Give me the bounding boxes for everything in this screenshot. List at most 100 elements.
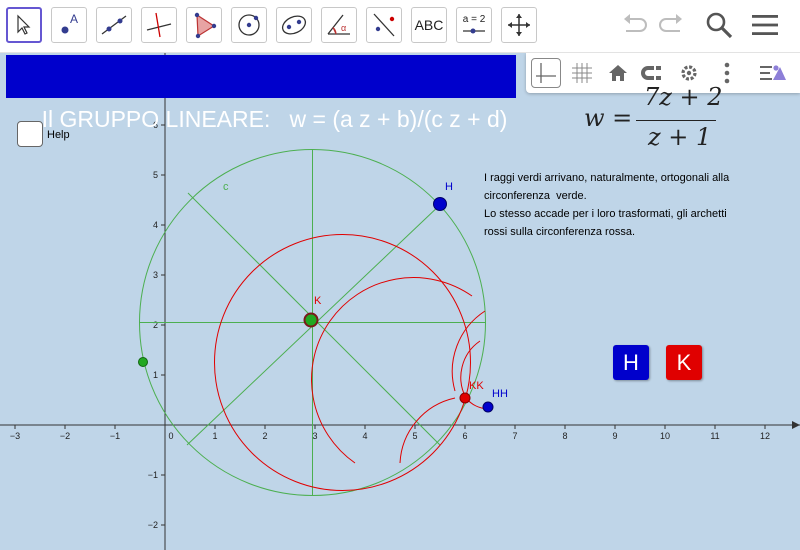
- k-button-label: K: [676, 349, 692, 375]
- help-label: Help: [47, 129, 70, 141]
- title-text: Il GRUPPO LINEARE: w = (a z + b)/(c z + …: [41, 106, 508, 132]
- search-button[interactable]: [702, 8, 736, 42]
- comment-text: I raggi verdi arrivano, naturalmente, or…: [484, 169, 774, 241]
- comment-line: circonferenza verde.: [484, 190, 587, 202]
- x-tick-label: 2: [262, 431, 267, 441]
- home-icon: [609, 65, 627, 81]
- comment-line: Lo stesso accade per i loro trasformati,…: [484, 208, 727, 220]
- circle-center-point-tool-button[interactable]: [231, 7, 267, 43]
- x-tick-label: 3: [312, 431, 317, 441]
- point-kk: [459, 392, 471, 404]
- slider-tool-button[interactable]: a = 2: [456, 7, 492, 43]
- circle-icon: [238, 14, 260, 36]
- y-tick-label: 2: [153, 320, 158, 330]
- ellipse-tool-button[interactable]: [276, 7, 312, 43]
- formula-lhs: w =: [584, 104, 633, 132]
- k-button[interactable]: K: [666, 345, 702, 380]
- undo-button[interactable]: [617, 8, 651, 42]
- redo-icon: [659, 14, 682, 32]
- standard-view-button[interactable]: [603, 58, 633, 88]
- label-h: H: [445, 181, 453, 193]
- x-tick-label: 10: [660, 431, 670, 441]
- x-tick-label: 7: [512, 431, 517, 441]
- y-tick-label: 5: [153, 170, 158, 180]
- settings-icon: [681, 65, 697, 81]
- more-icon: [724, 62, 730, 84]
- grid-toggle-button[interactable]: [567, 58, 597, 88]
- formula-denominator: z + 1: [648, 123, 712, 151]
- x-tick-label: 1: [212, 431, 217, 441]
- x-tick-label: 9: [612, 431, 617, 441]
- red-arc: [399, 397, 456, 464]
- label-kk: KK: [469, 380, 484, 392]
- y-tick-label: −2: [148, 520, 158, 530]
- x-tick-label: −2: [60, 431, 70, 441]
- x-axis-arrow: [792, 421, 800, 429]
- point-capturing-icon: [641, 66, 661, 80]
- text-tool-button[interactable]: ABC: [411, 7, 447, 43]
- line-icon: [101, 15, 127, 35]
- menu-icon: [752, 15, 778, 35]
- move-arrows-icon: [508, 14, 530, 36]
- reflect-tool-button[interactable]: [366, 7, 402, 43]
- perpendicular-line-icon: [146, 12, 172, 38]
- title-box: Il GRUPPO LINEARE: w = (a z + b)/(c z + …: [6, 55, 516, 132]
- y-tick-label: 3: [153, 270, 158, 280]
- move-graphics-view-tool-button[interactable]: [501, 7, 537, 43]
- y-tick-label: −1: [148, 470, 158, 480]
- ellipse-icon: [281, 15, 307, 35]
- x-tick-label: 4: [362, 431, 367, 441]
- axes-toggle-button[interactable]: [531, 58, 561, 88]
- comment-line: I raggi verdi arrivano, naturalmente, or…: [484, 172, 730, 184]
- search-icon: [706, 12, 733, 39]
- help-checkbox[interactable]: [17, 121, 43, 147]
- x-tick-label: 8: [562, 431, 567, 441]
- angle-icon: α: [327, 14, 350, 35]
- x-tick-label: 11: [710, 431, 719, 441]
- undo-icon: [624, 14, 647, 32]
- point-hh: [482, 401, 494, 413]
- point-tool-label: A: [70, 12, 78, 26]
- toggle-style-bar-button[interactable]: [758, 58, 788, 88]
- comment-line: rossi sulla circonferenza rossa.: [484, 226, 636, 238]
- perpendicular-tool-button[interactable]: [141, 7, 177, 43]
- h-button-label: H: [623, 349, 639, 375]
- x-tick-label: −1: [110, 431, 120, 441]
- axes-icon: [536, 63, 556, 83]
- point-tool-button[interactable]: A: [51, 7, 87, 43]
- graphics-view[interactable]: −3−2−10123456789101112−2−1123456 cHKKKHH…: [0, 53, 800, 550]
- point-h: [433, 197, 447, 211]
- y-tick-label: 4: [153, 220, 158, 230]
- redo-button[interactable]: [655, 8, 689, 42]
- point-icon: A: [61, 12, 78, 34]
- toggle-style-bar-icon: [760, 65, 786, 80]
- grid-icon: [572, 63, 592, 83]
- angle-tool-label: α: [341, 23, 346, 33]
- toolbar: A α ABC a = 2: [0, 0, 800, 53]
- polygon-tool-button[interactable]: [186, 7, 222, 43]
- green-point: [138, 357, 148, 367]
- x-tick-label: 5: [412, 431, 417, 441]
- x-tick-label: 12: [760, 431, 770, 441]
- y-tick-label: 1: [153, 370, 158, 380]
- line-tool-button[interactable]: [96, 7, 132, 43]
- polygon-icon: [194, 12, 217, 39]
- text-tool-label: ABC: [414, 17, 444, 33]
- point-k: [303, 312, 319, 328]
- fraction-line: [636, 120, 716, 121]
- menu-button[interactable]: [748, 8, 782, 42]
- label-hh: HH: [492, 388, 508, 400]
- label-k: K: [314, 295, 322, 307]
- formula-numerator: 7z + 2: [644, 83, 723, 111]
- formula-text: w = 7z + 2 z + 1: [584, 83, 724, 151]
- x-tick-label: 6: [462, 431, 467, 441]
- angle-tool-button[interactable]: α: [321, 7, 357, 43]
- x-tick-label: −3: [10, 431, 20, 441]
- reflect-icon: [373, 13, 395, 37]
- x-tick-label: 0: [168, 431, 173, 441]
- h-button[interactable]: H: [613, 345, 649, 380]
- label-c: c: [223, 181, 229, 193]
- cursor-arrow-icon: [17, 14, 31, 35]
- move-tool-button[interactable]: [6, 7, 42, 43]
- slider-tool-label: a = 2: [462, 14, 486, 25]
